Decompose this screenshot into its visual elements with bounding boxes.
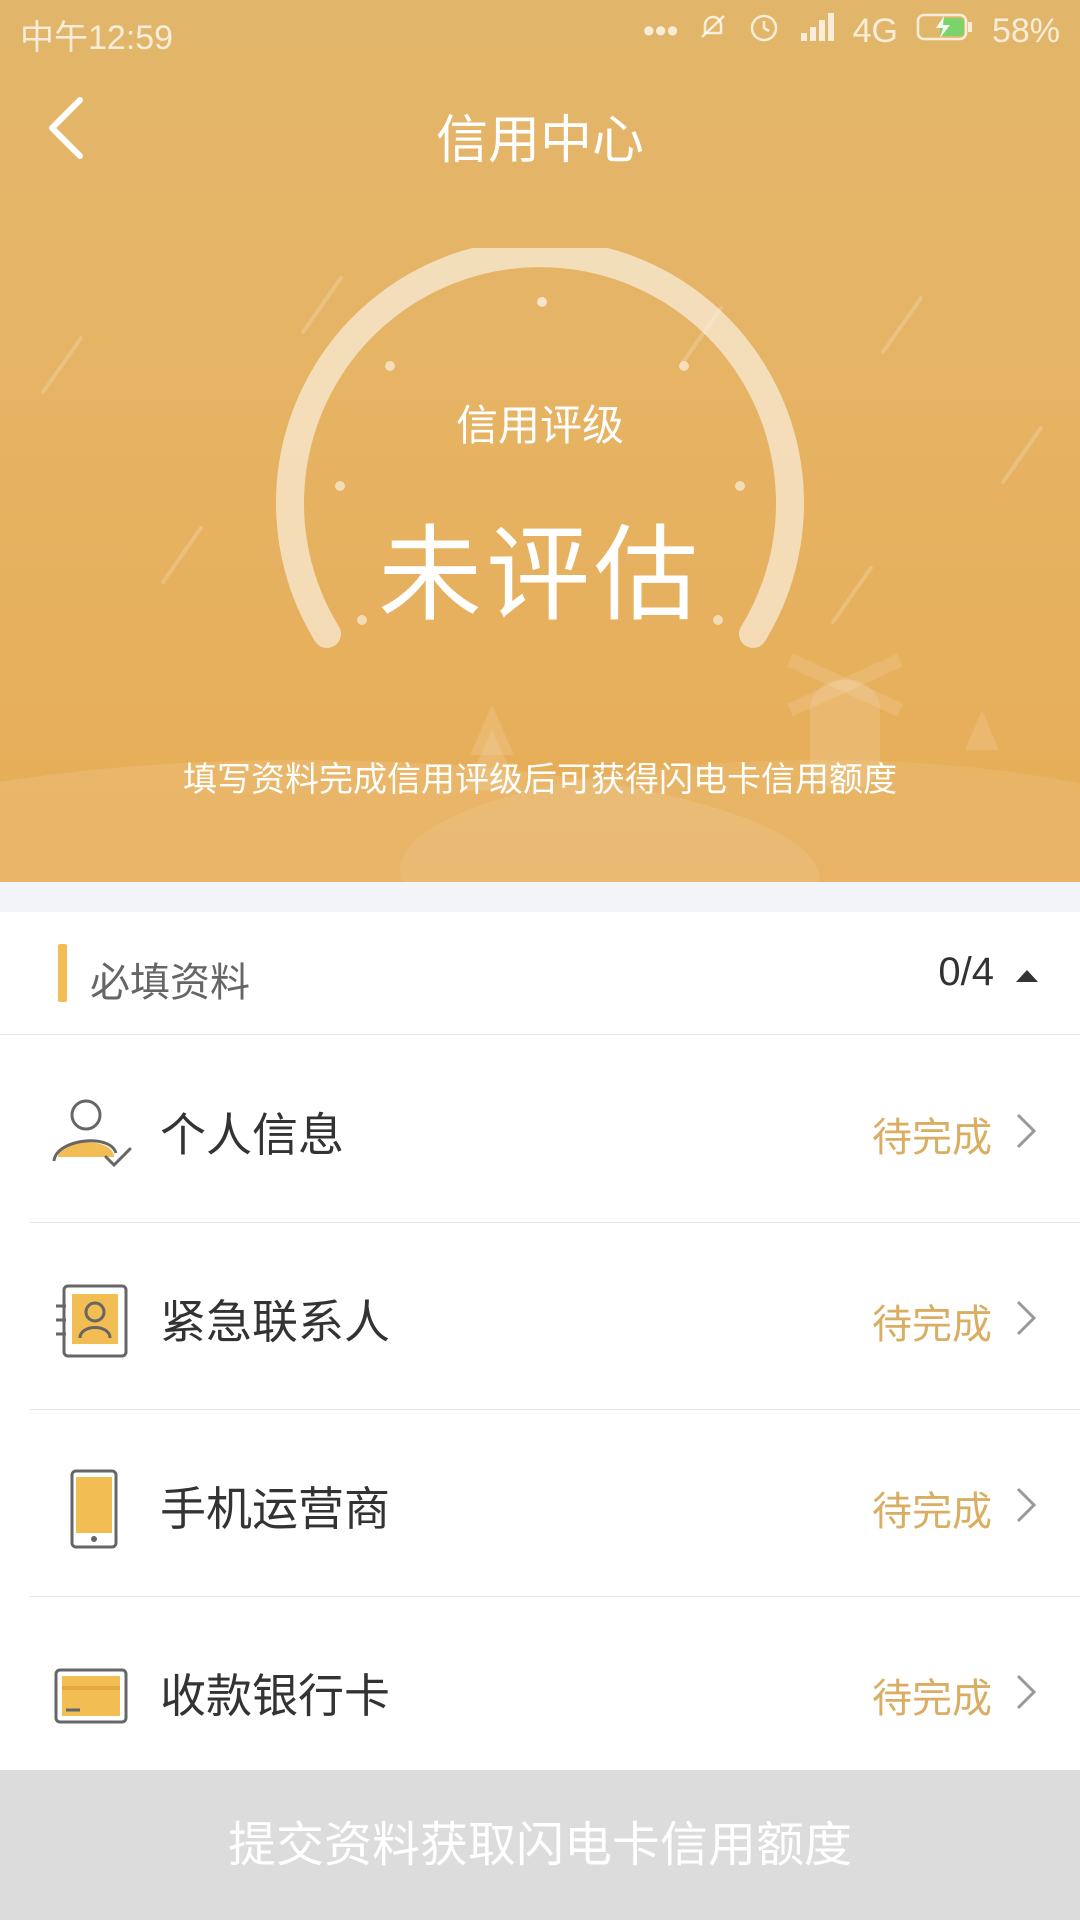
status-time: 中午12:59	[20, 19, 174, 57]
item-label: 收款银行卡	[160, 1669, 390, 1723]
credit-rating-label: 信用评级	[455, 401, 624, 450]
required-info-list: 个人信息 待完成 紧急联系人 待完成 手机运营商 待完成 收款银行卡 待完成	[0, 1035, 1080, 1783]
list-item-mobile-carrier[interactable]: 手机运营商 待完成	[0, 1409, 1080, 1596]
submit-button[interactable]: 提交资料获取闪电卡信用额度	[0, 1770, 1080, 1920]
mute-bell-icon	[697, 11, 729, 52]
emergency-contact-icon	[56, 1284, 128, 1358]
battery-charging-icon	[916, 12, 974, 51]
mobile-carrier-icon	[70, 1469, 118, 1549]
bank-card-icon	[54, 1668, 128, 1724]
alarm-icon	[747, 10, 781, 53]
nav-bar: 信用中心	[0, 60, 1080, 195]
list-item-emergency-contact[interactable]: 紧急联系人 待完成	[0, 1222, 1080, 1409]
collapse-toggle-button[interactable]	[1012, 962, 1042, 992]
item-label: 手机运营商	[160, 1482, 390, 1536]
more-dots-icon: •••	[642, 12, 679, 50]
personal-info-icon	[52, 1099, 132, 1168]
item-label: 紧急联系人	[160, 1295, 390, 1349]
page-title: 信用中心	[435, 111, 644, 171]
chevron-right-icon	[1016, 1300, 1037, 1336]
section-accent-bar	[58, 944, 67, 1002]
battery-percent: 58%	[991, 12, 1060, 50]
chevron-right-icon	[1016, 1674, 1037, 1710]
decor-streak	[880, 295, 924, 355]
list-item-personal-info[interactable]: 个人信息 待完成	[0, 1035, 1080, 1222]
item-status: 待完成	[872, 1115, 992, 1161]
chevron-right-icon	[1016, 1487, 1037, 1523]
triangle-up-icon	[1016, 970, 1038, 982]
section-title: 必填资料	[90, 960, 250, 1006]
signal-icon	[799, 11, 835, 52]
network-type: 4G	[852, 12, 898, 50]
status-bar: 中午12:59 ••• 4G 58%	[0, 0, 1080, 60]
chevron-right-icon	[1016, 1113, 1037, 1149]
item-status: 待完成	[872, 1489, 992, 1535]
credit-rating-value: 未评估	[377, 514, 702, 636]
item-status: 待完成	[872, 1676, 992, 1722]
decor-streak	[40, 335, 84, 395]
item-label: 个人信息	[160, 1108, 344, 1162]
item-status: 待完成	[872, 1302, 992, 1348]
credit-header: 中午12:59 ••• 4G 58% 信用中心 信用评级 未评估 填写资料完成信…	[0, 0, 1080, 882]
required-info-header[interactable]: 必填资料 0/4	[0, 912, 1080, 1035]
list-item-bank-card[interactable]: 收款银行卡 待完成	[0, 1596, 1080, 1783]
credit-hint: 填写资料完成信用评级后可获得闪电卡信用额度	[183, 760, 897, 800]
section-progress-count: 0/4	[938, 950, 994, 994]
